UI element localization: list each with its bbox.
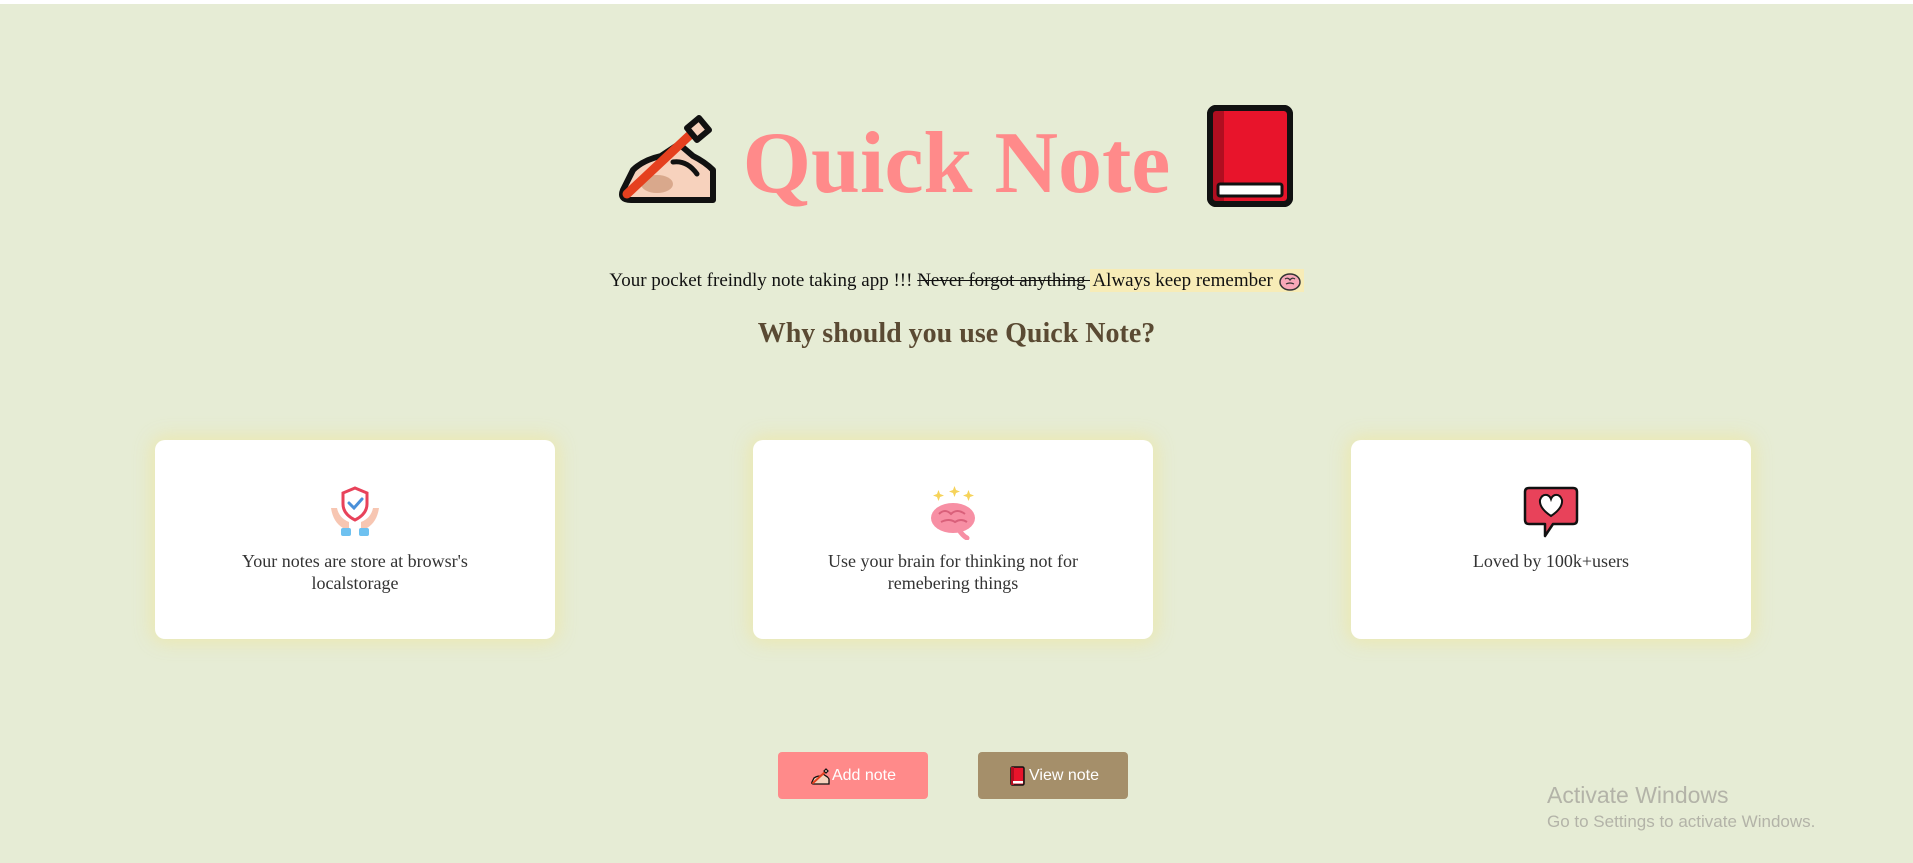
app-title: Quick Note — [742, 114, 1171, 212]
red-book-icon — [1007, 765, 1027, 786]
add-note-label: Add note — [831, 766, 897, 784]
view-note-label: View note — [1029, 766, 1099, 784]
writing-hand-icon — [810, 766, 830, 786]
landing-page: Quick Note Your pocket freindly note tak… — [0, 4, 1913, 863]
feature-text: Your notes are store at browsr's localst… — [242, 551, 468, 593]
tagline-struck-text: Never forgot anything — [917, 270, 1091, 291]
tagline-highlight: Always keep remember — [1090, 269, 1304, 293]
feature-text: Loved by 100k+users — [1472, 551, 1630, 571]
watermark-subtitle: Go to Settings to activate Windows. — [1547, 812, 1816, 831]
shield-hands-icon — [327, 484, 383, 540]
add-note-button[interactable]: Add note — [778, 752, 928, 799]
hero-title: Quick Note — [0, 100, 1913, 220]
writing-hand-icon — [613, 104, 717, 208]
view-note-button[interactable]: View note — [978, 752, 1128, 799]
brain-sparkle-icon — [925, 484, 981, 541]
feature-text: Use your brain for thinking not for reme… — [828, 551, 1078, 593]
red-book-icon — [1196, 104, 1300, 208]
feature-card-loved: Loved by 100k+users — [1351, 440, 1751, 639]
feature-card-storage: Your notes are store at browsr's localst… — [155, 440, 555, 639]
windows-activation-watermark: Activate Windows Go to Settings to activ… — [1547, 780, 1815, 834]
watermark-title: Activate Windows — [1547, 782, 1729, 808]
brain-icon — [1278, 271, 1302, 293]
tagline-text: Your pocket freindly note taking app !!! — [609, 270, 918, 291]
tagline-highlight-text: Always keep remember — [1092, 270, 1278, 291]
section-heading: Why should you use Quick Note? — [757, 318, 1156, 349]
feature-card-brain: Use your brain for thinking not for reme… — [753, 440, 1153, 639]
tagline: Your pocket freindly note taking app !!!… — [0, 268, 1913, 294]
heart-speech-bubble-icon — [1523, 484, 1579, 540]
